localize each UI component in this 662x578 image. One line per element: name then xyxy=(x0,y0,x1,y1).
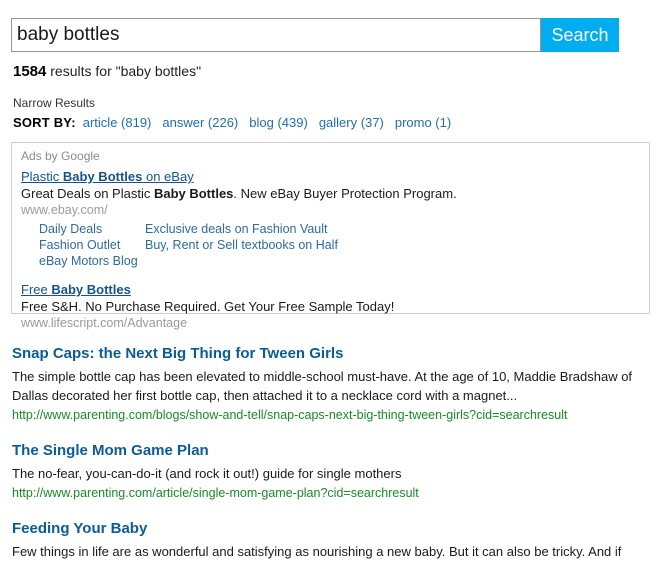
ad-sublink-textbooks-half[interactable]: Buy, Rent or Sell textbooks on Half xyxy=(145,238,338,253)
ad-display-url: www.lifescript.com/Advantage xyxy=(21,316,188,330)
result-url-link[interactable]: http://www.parenting.com/blogs/show-and-… xyxy=(12,406,656,424)
ad-description: Great Deals on Plastic Baby Bottles. New… xyxy=(21,185,640,202)
ad-title-prefix: Plastic xyxy=(21,169,63,184)
ad-separator xyxy=(21,269,640,282)
sort-option-gallery[interactable]: gallery (37) xyxy=(319,115,384,130)
result-snippet: The simple bottle cap has been elevated … xyxy=(12,369,633,403)
sort-option-article[interactable]: article (819) xyxy=(83,115,152,130)
ad-desc-suffix: . New eBay Buyer Protection Program. xyxy=(233,186,457,201)
ad-desc-prefix: Great Deals on Plastic xyxy=(21,186,154,201)
result-url-link[interactable]: http://www.parenting.com/article/single-… xyxy=(12,484,656,502)
ad-item: Free Baby Bottles Free S&H. No Purchase … xyxy=(21,282,640,331)
result-title-link[interactable]: The Single Mom Game Plan xyxy=(12,441,656,461)
organic-results-list: Snap Caps: the Next Big Thing for Tween … xyxy=(12,344,656,578)
sort-by-label: SORT BY: xyxy=(13,115,76,130)
search-input[interactable] xyxy=(11,18,541,52)
ad-sublink-ebay-motors-blog[interactable]: eBay Motors Blog xyxy=(39,254,145,269)
ad-description: Free S&H. No Purchase Required. Get Your… xyxy=(21,298,640,315)
search-bar: Search xyxy=(11,18,619,52)
ad-item: Plastic Baby Bottles on eBay Great Deals… xyxy=(21,169,640,269)
ad-sublink-row: Daily Deals Exclusive deals on Fashion Va… xyxy=(39,221,640,237)
result-item: The Single Mom Game Plan The no-fear, yo… xyxy=(12,441,656,502)
result-title-link[interactable]: Feeding Your Baby xyxy=(12,519,656,539)
result-item: Feeding Your Baby Few things in life are… xyxy=(12,519,656,561)
ad-title-prefix: Free xyxy=(21,282,52,297)
result-snippet: Few things in life are as wonderful and … xyxy=(12,544,622,559)
ad-sublink-row: eBay Motors Blog xyxy=(39,253,640,269)
ad-title-link[interactable]: Free Baby Bottles xyxy=(21,282,640,298)
ad-title-suffix: on eBay xyxy=(142,169,194,184)
ad-sublink-row: Fashion Outlet Buy, Rent or Sell textbook… xyxy=(39,237,640,253)
ad-title-link[interactable]: Plastic Baby Bottles on eBay xyxy=(21,169,640,185)
ads-by-google-label: Ads by Google xyxy=(21,149,100,163)
ad-display-url: www.ebay.com/ xyxy=(21,203,108,217)
ads-container: Ads by Google Plastic Baby Bottles on eB… xyxy=(11,142,650,330)
sort-option-promo[interactable]: promo (1) xyxy=(395,115,451,130)
sort-option-answer[interactable]: answer (226) xyxy=(162,115,238,130)
results-count-suffix: results for "baby bottles" xyxy=(46,63,202,79)
search-button[interactable]: Search xyxy=(541,18,619,52)
ad-title-bold: Baby Bottles xyxy=(62,169,143,184)
result-title-link[interactable]: Snap Caps: the Next Big Thing for Tween … xyxy=(12,344,656,364)
ad-sublink-daily-deals[interactable]: Daily Deals xyxy=(39,222,145,237)
results-count: 1584 results for "baby bottles" xyxy=(13,63,201,80)
result-snippet: The no-fear, you-can-do-it (and rock it … xyxy=(12,466,402,481)
sort-by-row: SORT BY: article (819) answer (226) blog (4… xyxy=(13,115,451,130)
ad-sublinks: Daily Deals Exclusive deals on Fashion Va… xyxy=(39,221,640,269)
narrow-results-label: Narrow Results xyxy=(13,96,96,110)
ad-desc-bold: Baby Bottles xyxy=(153,186,234,201)
results-count-number: 1584 xyxy=(13,63,47,80)
result-item: Snap Caps: the Next Big Thing for Tween … xyxy=(12,344,656,424)
search-results-page: Search 1584 results for "baby bottles" N… xyxy=(0,0,662,568)
ad-title-bold: Baby Bottles xyxy=(51,282,131,297)
ad-desc-prefix: Free S&H. No Purchase Required. Get Your… xyxy=(21,299,395,314)
sort-option-blog[interactable]: blog (439) xyxy=(249,115,308,130)
ad-sublink-fashion-outlet[interactable]: Fashion Outlet xyxy=(39,238,145,253)
ad-sublink-exclusive-deals[interactable]: Exclusive deals on Fashion Vault xyxy=(145,222,328,237)
